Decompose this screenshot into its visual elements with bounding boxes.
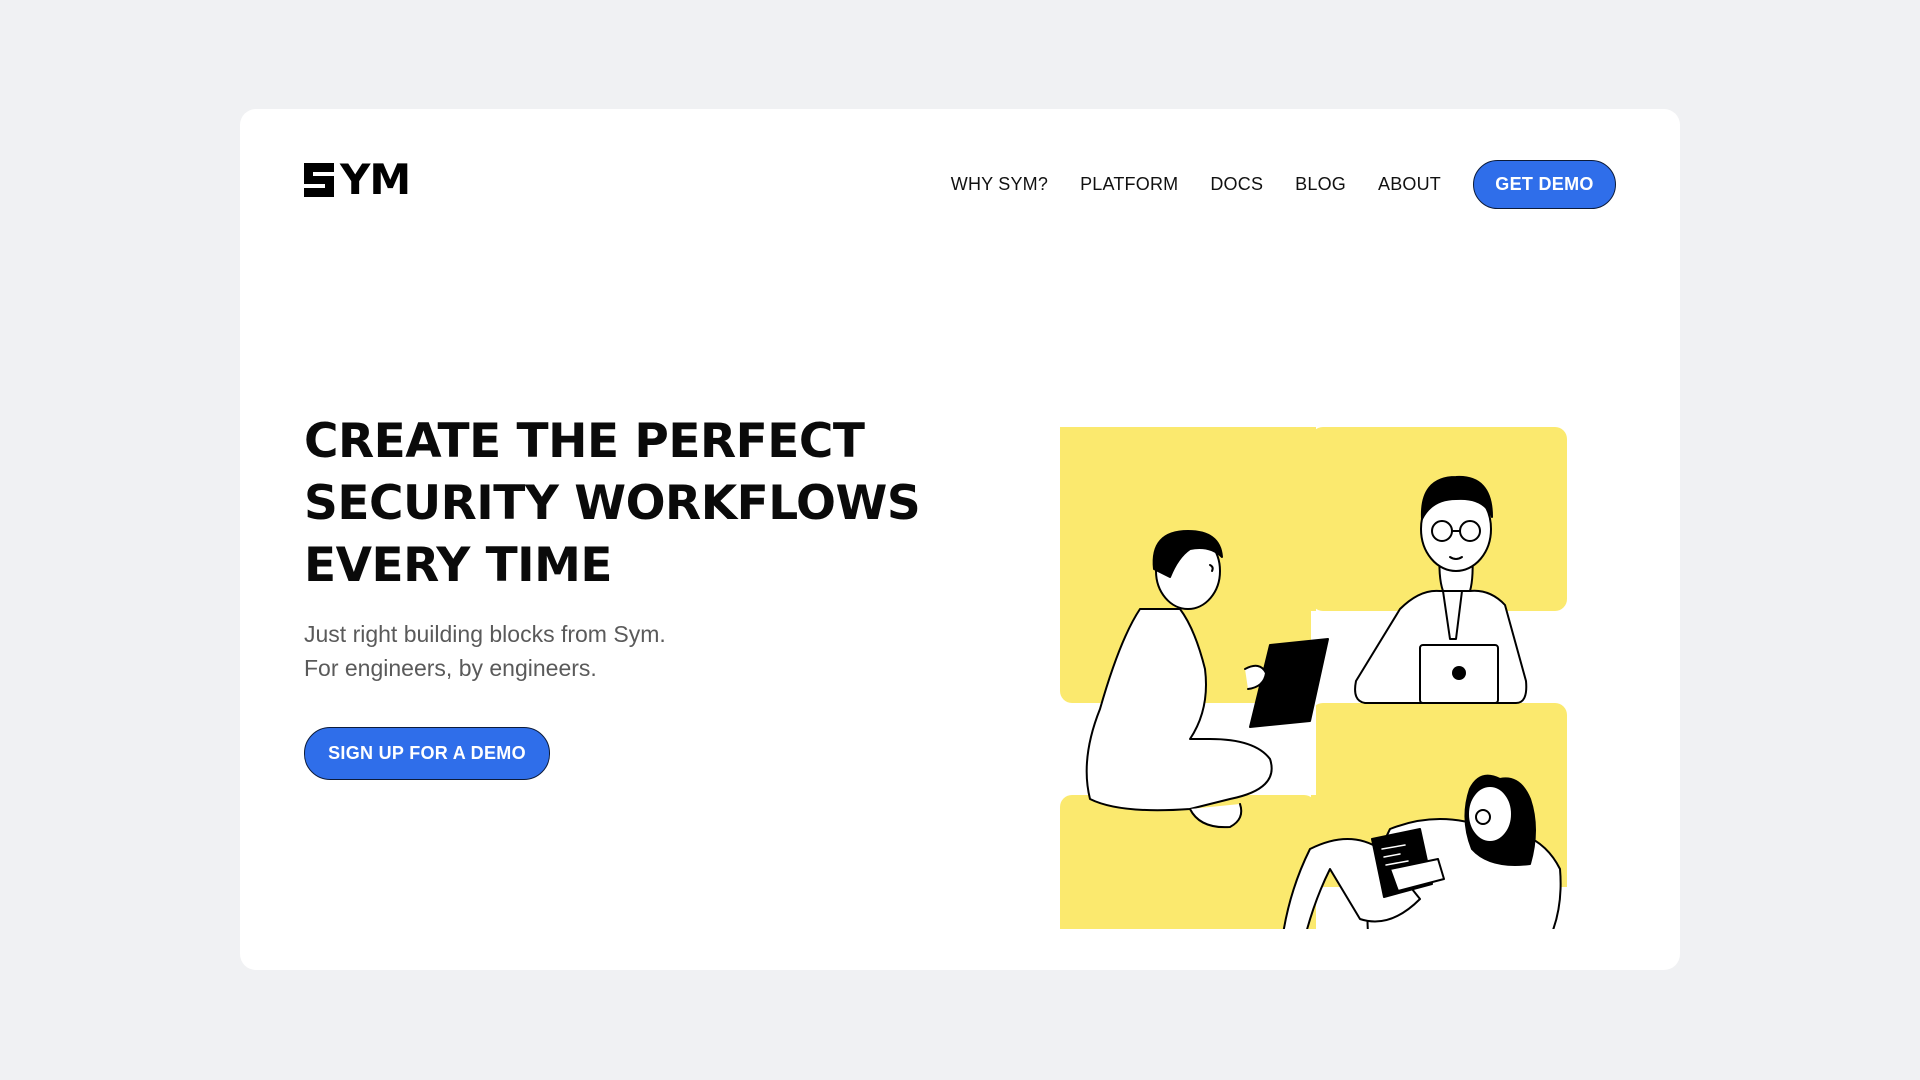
people-working-illustration	[1060, 427, 1567, 929]
main-card: YM WHY SYM? PLATFORM DOCS BLOG ABOUT GET…	[240, 109, 1680, 970]
nav-about[interactable]: ABOUT	[1378, 174, 1441, 195]
hero-headline: CREATE THE PERFECT SECURITY WORKFLOWS EV…	[304, 411, 1004, 597]
get-demo-button[interactable]: GET DEMO	[1473, 159, 1616, 209]
subtitle-line-1: Just right building blocks from Sym.	[304, 621, 666, 647]
headline-line-1: CREATE THE PERFECT	[304, 414, 865, 469]
hero-subtitle: Just right building blocks from Sym. For…	[304, 617, 666, 685]
logo-wordmark: YM	[340, 155, 411, 204]
subtitle-line-2: For engineers, by engineers.	[304, 655, 597, 681]
nav-platform[interactable]: PLATFORM	[1080, 174, 1178, 195]
sym-logo[interactable]: YM	[304, 155, 411, 204]
nav-why-sym[interactable]: WHY SYM?	[951, 174, 1048, 195]
nav-blog[interactable]: BLOG	[1295, 174, 1346, 195]
nav-docs[interactable]: DOCS	[1210, 174, 1263, 195]
logo-s-mark-icon	[304, 163, 334, 197]
headline-line-2: SECURITY WORKFLOWS	[304, 476, 921, 531]
sign-up-demo-button[interactable]: SIGN UP FOR A DEMO	[304, 727, 550, 780]
headline-line-3: EVERY TIME	[304, 538, 613, 593]
top-nav: WHY SYM? PLATFORM DOCS BLOG ABOUT GET DE…	[951, 159, 1616, 209]
yellow-block-bottom	[1060, 795, 1316, 929]
